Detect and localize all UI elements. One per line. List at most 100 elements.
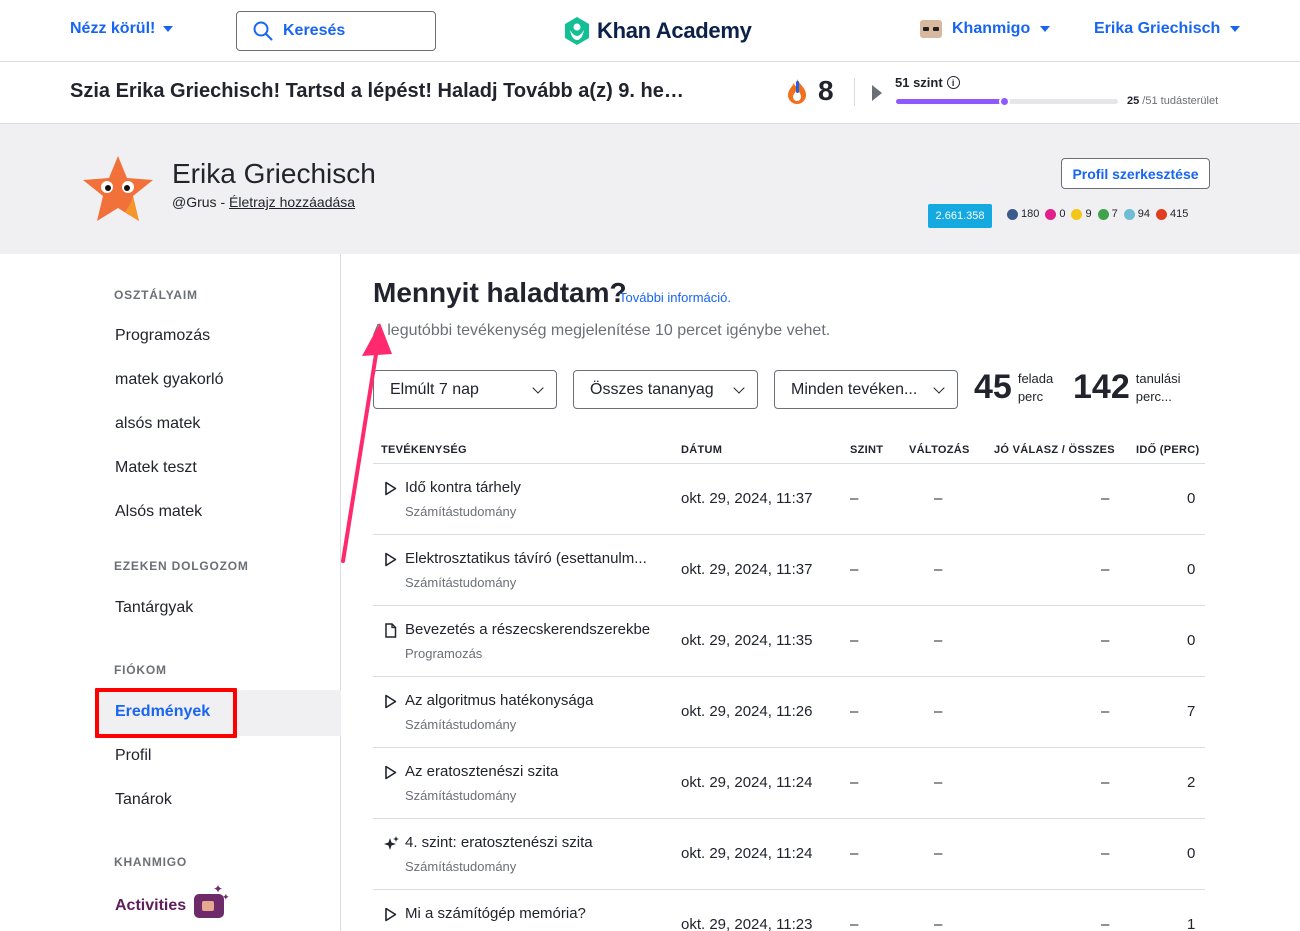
sidebar-item-class[interactable]: Programozás: [115, 327, 210, 345]
badge-icon: [1045, 208, 1057, 220]
activity-correct: –: [1101, 916, 1110, 931]
activity-subject: Számítástudomány: [405, 788, 517, 803]
badge-count-text: 0: [1059, 208, 1066, 220]
learning-minutes-stat: 142 tanulási perc...: [1073, 368, 1181, 407]
activity-level: –: [850, 703, 859, 720]
star-avatar-icon[interactable]: [80, 154, 156, 224]
activity-title-link[interactable]: Idő kontra tárhely: [405, 479, 521, 496]
column-header-correct[interactable]: JÓ VÁLASZ / ÖSSZES: [994, 444, 1115, 456]
activity-correct: –: [1101, 561, 1110, 578]
activity-date: okt. 29, 2024, 11:35: [681, 632, 813, 649]
badge-count: 9: [1071, 208, 1092, 220]
badge-count: 7: [1097, 208, 1118, 220]
activity-level: –: [850, 490, 859, 507]
activity-correct: –: [1101, 632, 1110, 649]
sidebar-item-profile[interactable]: Profil: [115, 747, 151, 765]
streak-counter[interactable]: 8: [786, 75, 834, 107]
activity-change: –: [934, 490, 943, 507]
sidebar-item-class[interactable]: Alsós matek: [115, 503, 202, 521]
activity-date: okt. 29, 2024, 11:24: [681, 774, 813, 791]
skills-done: 25: [1127, 95, 1140, 107]
activity-select[interactable]: Minden tevéken...: [774, 370, 958, 409]
sidebar-item-activities[interactable]: Activities ✦ ✦: [115, 882, 230, 918]
play-icon: [384, 694, 397, 714]
badge-count-text: 94: [1137, 208, 1150, 220]
sidebar-item-teachers[interactable]: Tanárok: [115, 791, 172, 809]
activity-title-link[interactable]: Mi a számítógép memória?: [405, 905, 586, 922]
activity-level: –: [850, 561, 859, 578]
badge-icon: [1123, 208, 1135, 220]
chevron-down-icon: [163, 26, 174, 32]
user-menu-button[interactable]: Erika Griechisch: [1094, 20, 1241, 38]
top-navigation: Nézz körül! Keresés Khan Academy Khanmig…: [0, 0, 1300, 62]
page-title: Mennyit haladtam?: [373, 277, 627, 308]
sidebar-item-class[interactable]: Matek teszt: [115, 459, 197, 477]
search-input[interactable]: Keresés: [236, 11, 436, 51]
logo-text: Khan Academy: [597, 18, 752, 43]
level-label: 51 szint i: [895, 75, 960, 90]
sidebar: OSZTÁLYAIM Programozás matek gyakorló al…: [0, 254, 341, 931]
activity-time: 1: [1187, 916, 1196, 931]
activity-time: 0: [1187, 490, 1196, 507]
stat-label-line: perc: [1017, 388, 1044, 404]
khanmigo-menu-button[interactable]: Khanmigo: [920, 20, 1051, 38]
column-header-change[interactable]: VÁLTOZÁS: [909, 444, 970, 456]
activity-date: okt. 29, 2024, 11:26: [681, 703, 813, 720]
khan-academy-logo[interactable]: Khan Academy: [563, 16, 752, 46]
activities-label: Activities: [115, 897, 187, 914]
content-select[interactable]: Összes tananyag: [573, 370, 758, 409]
badge-count-text: 415: [1169, 208, 1189, 220]
edit-profile-button[interactable]: Profil szerkesztése: [1061, 158, 1210, 189]
activity-subject: Számítástudomány: [405, 504, 517, 519]
stat-label-line: perc...: [1135, 388, 1172, 404]
column-header-time[interactable]: IDŐ (PERC): [1136, 444, 1200, 456]
sidebar-item-class[interactable]: matek gyakorló: [115, 371, 224, 389]
streak-flame-icon: [788, 79, 806, 104]
stat-label-line: tanulási: [1135, 370, 1181, 386]
chevron-down-icon: [532, 381, 544, 394]
document-icon: [384, 623, 397, 643]
info-icon[interactable]: i: [946, 76, 960, 89]
stat-label: felada perc: [1018, 370, 1053, 406]
level-progress-bar: [896, 96, 1118, 107]
activity-title-link[interactable]: Elektrosztatikus távíró (esettanulm...: [405, 550, 647, 567]
add-bio-link[interactable]: Életrajz hozzáadása: [229, 194, 355, 210]
skills-total: /51 tudásterület: [1139, 95, 1219, 107]
chevron-down-icon: [733, 381, 745, 394]
energy-points-badge: 2.661.358: [928, 204, 992, 228]
more-info-link[interactable]: További információ.: [619, 290, 731, 305]
activity-time: 0: [1187, 561, 1196, 578]
column-header-level[interactable]: SZINT: [850, 444, 883, 456]
time-range-value: Elmúlt 7 nap: [390, 380, 479, 398]
sidebar-item-class[interactable]: alsós matek: [115, 415, 200, 433]
activity-time: 0: [1187, 845, 1196, 862]
activity-subject: Számítástudomány: [405, 575, 517, 590]
sidebar-item-subjects[interactable]: Tantárgyak: [115, 599, 193, 617]
badge-count-text: 7: [1111, 208, 1118, 220]
time-range-select[interactable]: Elmúlt 7 nap: [373, 370, 557, 409]
badge-count-text: 9: [1085, 208, 1092, 220]
activity-title-link[interactable]: 4. szint: eratosztenészi szita: [405, 834, 593, 851]
profile-header: Erika Griechisch @Grus - Életrajz hozzáa…: [0, 124, 1300, 254]
sparkle-icon: ✦: [222, 892, 230, 902]
activity-level: –: [850, 916, 859, 931]
column-header-date[interactable]: DÁTUM: [681, 444, 722, 456]
badge-count: 0: [1045, 208, 1065, 220]
explore-menu-button[interactable]: Nézz körül!: [70, 20, 174, 38]
user-name-label: Erika Griechisch: [1094, 20, 1221, 37]
activity-change: –: [934, 703, 943, 720]
exercise-minutes-stat: 45 felada perc: [974, 368, 1053, 407]
play-icon[interactable]: [872, 85, 882, 101]
activity-title-link[interactable]: Az algoritmus hatékonysága: [405, 692, 593, 709]
badge-icon: [1071, 208, 1083, 220]
activity-title-link[interactable]: Bevezetés a részecskerendszerekbe: [405, 621, 650, 638]
section-title-khanmigo: KHANMIGO: [114, 855, 188, 869]
streak-bar: Szia Erika Griechisch! Tartsd a lépést! …: [0, 62, 1300, 124]
streak-number: 8: [818, 75, 834, 106]
activity-level: –: [850, 774, 859, 791]
activity-correct: –: [1101, 490, 1110, 507]
activity-date: okt. 29, 2024, 11:24: [681, 845, 813, 862]
activity-title-link[interactable]: Az eratosztenészi szita: [405, 763, 558, 780]
badge-icon: [1007, 208, 1018, 220]
activity-change: –: [934, 632, 943, 649]
